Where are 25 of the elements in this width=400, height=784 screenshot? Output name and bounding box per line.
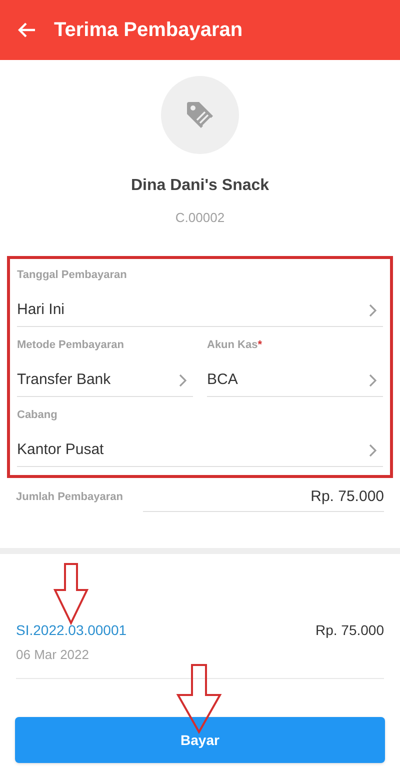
field-label: Cabang — [17, 408, 58, 424]
chevron-right-icon — [369, 444, 377, 456]
tag-icon — [184, 99, 216, 131]
field-label: Akun Kas — [207, 338, 258, 354]
invoice-link[interactable]: SI.2022.03.00001 — [16, 620, 127, 640]
chevron-right-icon — [179, 374, 187, 386]
annotation-arrow — [53, 563, 89, 625]
customer-code: C.00002 — [175, 209, 225, 227]
required-mark: * — [258, 338, 262, 354]
select-field[interactable]: Hari Ini — [17, 294, 383, 326]
select-field[interactable]: BCA — [207, 364, 383, 396]
field-label: Metode Pembayaran — [17, 338, 124, 354]
field-label: Jumlah Pembayaran — [16, 490, 124, 505]
back-arrow-icon[interactable] — [18, 22, 36, 38]
chevron-right-icon — [369, 304, 377, 316]
annotation-arrow — [176, 664, 222, 734]
invoice-amount: Rp. 75.000 — [316, 620, 384, 640]
customer-name: Dina Dani's Snack — [130, 176, 270, 196]
field-label: Tanggal Pembayaran — [17, 268, 127, 284]
amount-field[interactable]: Rp. 75.000 — [143, 484, 384, 512]
select-field[interactable]: Transfer Bank — [17, 364, 193, 396]
chevron-right-icon — [369, 374, 377, 386]
invoice-date: 06 Mar 2022 — [16, 646, 90, 664]
select-field[interactable]: Kantor Pusat — [17, 434, 383, 466]
screen-title: Terima Pembayaran — [54, 18, 243, 43]
